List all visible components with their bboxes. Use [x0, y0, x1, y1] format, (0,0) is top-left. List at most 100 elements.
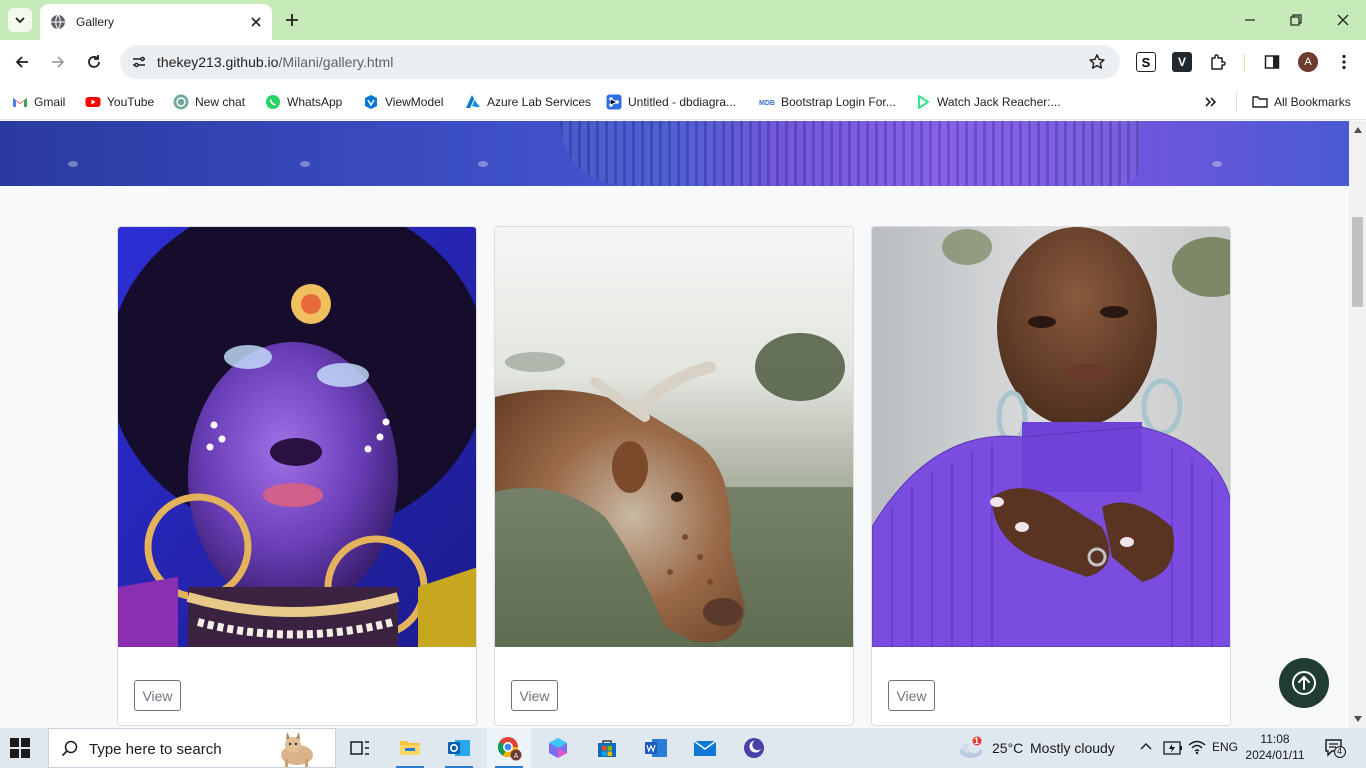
reload-button[interactable]	[82, 50, 106, 74]
url-path: /Milani/gallery.html	[278, 54, 394, 70]
reload-icon	[88, 55, 100, 68]
forward-button[interactable]	[46, 50, 70, 74]
wifi-icon[interactable]	[1188, 739, 1206, 755]
triangle-up-icon	[1353, 126, 1362, 133]
bookmark-gmail[interactable]: Gmail	[12, 92, 65, 112]
address-bar[interactable]: thekey213.github.io/Milani/gallery.html	[120, 45, 1120, 79]
back-button[interactable]	[10, 50, 34, 74]
mail-button[interactable]	[683, 728, 727, 768]
scrollbar-thumb[interactable]	[1352, 217, 1363, 307]
windows-taskbar: Type here to search A 1 25°C Mostly clou…	[0, 728, 1366, 768]
notification-count: 4	[1337, 746, 1343, 756]
bookmark-youtube[interactable]: YouTube	[85, 92, 154, 112]
tab-strip: Gallery	[0, 0, 1366, 40]
tab-close-button[interactable]	[246, 12, 266, 32]
mdb-icon: MDB	[759, 98, 775, 107]
profile-avatar[interactable]: A	[1298, 52, 1318, 72]
site-info-button[interactable]	[130, 53, 148, 71]
tab-title: Gallery	[76, 15, 115, 29]
system-clock[interactable]: 11:08 2024/01/11	[1245, 731, 1305, 763]
word-button[interactable]	[634, 728, 678, 768]
minimize-button[interactable]	[1240, 10, 1260, 30]
new-tab-button[interactable]	[282, 10, 302, 30]
side-panel-button[interactable]	[1262, 52, 1282, 72]
hero-light-dot	[1212, 161, 1222, 167]
hero-light-dot	[478, 161, 488, 167]
app-button[interactable]	[732, 728, 776, 768]
bookmark-bootstrap-login[interactable]: MDB Bootstrap Login For...	[759, 92, 896, 112]
microsoft-store-button[interactable]	[585, 728, 629, 768]
tab-search-button[interactable]	[8, 8, 32, 32]
outlook-button[interactable]	[437, 728, 481, 768]
chatgpt-icon	[173, 94, 189, 110]
side-panel-icon	[1264, 55, 1280, 69]
notification-center-icon[interactable]	[1324, 738, 1346, 758]
browser-tab[interactable]: Gallery	[40, 4, 272, 40]
azure-icon	[466, 95, 480, 108]
windows-start-icon[interactable]	[10, 738, 30, 758]
bookmark-jack-reacher[interactable]: Watch Jack Reacher:...	[915, 92, 1061, 112]
bookmark-star-icon[interactable]	[1088, 53, 1106, 71]
scroll-down-arrow[interactable]	[1353, 714, 1362, 723]
viewmodel-icon	[365, 95, 377, 109]
youtube-icon	[85, 97, 101, 107]
gmail-icon	[13, 98, 27, 107]
svg-text:A: A	[514, 753, 519, 760]
bookmark-viewmodel[interactable]: ViewModel	[363, 92, 443, 112]
weather-condition: Mostly cloudy	[1030, 740, 1115, 756]
close-window-button[interactable]	[1333, 10, 1353, 30]
back-to-top-button[interactable]	[1279, 658, 1329, 708]
globe-icon	[51, 14, 65, 30]
gallery-image-cow	[495, 227, 853, 647]
all-bookmarks-label: All Bookmarks	[1274, 95, 1351, 109]
gallery-image-purple-sweater	[872, 227, 1230, 647]
arrow-left-icon	[15, 56, 28, 68]
chrome-menu-button[interactable]	[1334, 52, 1354, 72]
gallery-card: View	[117, 226, 477, 726]
bookmark-label: ViewModel	[385, 95, 444, 109]
all-bookmarks-button[interactable]: All Bookmarks	[1252, 92, 1351, 112]
copilot-icon	[549, 738, 567, 758]
view-button[interactable]: View	[134, 680, 181, 711]
scroll-up-arrow[interactable]	[1353, 125, 1362, 134]
clock-date: 2024/01/11	[1245, 748, 1305, 762]
bookmark-new-chat[interactable]: New chat	[173, 92, 245, 112]
task-view-icon	[350, 741, 369, 755]
extensions-button[interactable]	[1208, 52, 1228, 72]
chevron-down-icon	[15, 17, 25, 24]
svg-text:MDB: MDB	[759, 100, 775, 107]
store-icon	[598, 740, 616, 757]
restore-button[interactable]	[1286, 10, 1306, 30]
battery-charging-icon[interactable]	[1163, 739, 1183, 757]
bookmark-azure-lab[interactable]: Azure Lab Services	[465, 92, 591, 112]
bookmark-whatsapp[interactable]: WhatsApp	[265, 92, 342, 112]
lynx-illustration-icon	[281, 732, 313, 767]
weather-alert-badge: 1	[974, 736, 980, 746]
chevron-up-icon[interactable]	[1140, 742, 1152, 750]
hero-banner-image	[0, 121, 1349, 186]
chrome-button[interactable]: A	[487, 728, 531, 768]
copilot-app-button[interactable]	[536, 728, 580, 768]
mail-icon	[693, 740, 717, 756]
page-scrollbar[interactable]	[1349, 121, 1366, 728]
hero-light-dot	[68, 161, 78, 167]
chrome-icon: A	[497, 737, 522, 761]
bookmark-dbdiagram[interactable]: Untitled - dbdiagra...	[606, 92, 736, 112]
weather-cloud-icon[interactable]	[957, 736, 985, 760]
play-icon	[918, 95, 929, 109]
triangle-down-icon	[1353, 715, 1362, 722]
language-indicator[interactable]: ENG	[1212, 740, 1238, 754]
restore-icon	[1290, 14, 1302, 26]
puzzle-icon	[1211, 54, 1226, 70]
view-button[interactable]: View	[511, 680, 558, 711]
taskbar-search-box[interactable]: Type here to search	[48, 728, 336, 768]
extension-s-button[interactable]: S	[1136, 52, 1156, 72]
extension-v-button[interactable]: V	[1172, 52, 1192, 72]
bookmark-label: Azure Lab Services	[487, 95, 592, 109]
view-button[interactable]: View	[888, 680, 935, 711]
file-explorer-button[interactable]	[388, 728, 432, 768]
arrow-right-icon	[52, 56, 65, 68]
bookmarks-overflow-button[interactable]	[1204, 92, 1218, 112]
hero-sweater-texture	[560, 121, 1140, 186]
task-view-button[interactable]	[338, 728, 382, 768]
